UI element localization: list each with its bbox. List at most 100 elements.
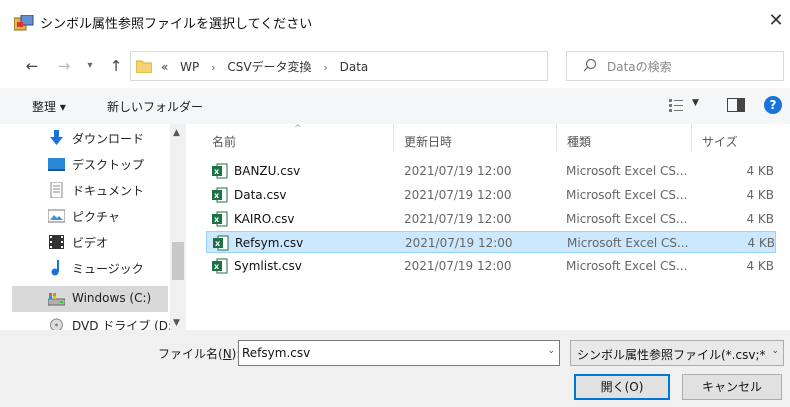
file-type: Microsoft Excel CS... <box>566 188 688 202</box>
nav-item-dvd-drive[interactable]: DVD ドライブ (D:) <box>12 312 177 330</box>
video-icon <box>49 235 64 249</box>
file-date: 2021/07/19 12:00 <box>404 212 512 226</box>
nav-item-label: ミュージック <box>72 262 144 276</box>
column-header-date[interactable]: 更新日時 <box>394 124 556 152</box>
filename-combobox[interactable]: ⌄ <box>238 340 560 366</box>
back-arrow-icon[interactable]: ← <box>22 55 42 77</box>
svg-text:x: x <box>214 191 220 200</box>
address-row: ← → ▾ ↑ « WP › CSVデータ変換 › Data ⌄ ↻ D <box>0 45 790 87</box>
column-header-label: 更新日時 <box>404 135 453 149</box>
column-header-name[interactable]: ^ 名前 <box>194 124 392 152</box>
filename-label: ファイル名(N): <box>158 345 240 362</box>
chevron-down-icon[interactable]: ⌄ <box>547 346 555 356</box>
view-dropdown-chevron-icon[interactable]: ▼ <box>692 98 699 108</box>
file-type: Microsoft Excel CS... <box>567 236 689 250</box>
new-folder-button[interactable]: 新しいフォルダー <box>107 98 203 115</box>
breadcrumb-item-csv[interactable]: CSVデータ変換 <box>227 60 311 74</box>
view-options-icon[interactable] <box>668 97 684 113</box>
nav-item-label: Windows (C:) <box>72 291 152 305</box>
search-input[interactable]: Dataの検索 <box>566 51 784 81</box>
breadcrumb-item-wp[interactable]: WP <box>180 60 199 74</box>
nav-scrollbar[interactable]: ▲ ▼ <box>170 124 186 330</box>
dialog-footer: ファイル名(N): ⌄ シンボル属性参照ファイル(*.csv;*.t ⌄ 開く(… <box>0 330 790 407</box>
nav-item-videos[interactable]: ビデオ <box>12 229 168 255</box>
nav-item-windows-c[interactable]: Windows (C:) <box>12 286 168 312</box>
sort-ascending-icon: ^ <box>294 124 302 134</box>
excel-csv-icon: x <box>212 163 228 179</box>
breadcrumb-separator-icon: › <box>323 61 328 74</box>
nav-item-label: DVD ドライブ (D:) <box>72 319 177 330</box>
column-header-label: 種類 <box>567 135 592 149</box>
dvd-drive-icon <box>50 318 63 330</box>
file-type: Microsoft Excel CS... <box>566 164 688 178</box>
file-size: 4 KB <box>746 212 774 226</box>
filename-input[interactable] <box>242 344 532 362</box>
file-type: Microsoft Excel CS... <box>566 212 688 226</box>
file-date: 2021/07/19 12:00 <box>404 188 512 202</box>
column-header-label: サイズ <box>702 135 738 149</box>
nav-item-label: ドキュメント <box>72 184 145 198</box>
nav-item-label: デスクトップ <box>72 158 145 172</box>
column-header-size[interactable]: サイズ <box>692 124 782 152</box>
file-row[interactable]: x KAIRO.csv 2021/07/19 12:00 Microsoft E… <box>206 208 776 230</box>
scroll-thumb[interactable] <box>172 242 184 280</box>
documents-icon <box>50 182 63 198</box>
file-row[interactable]: x Data.csv 2021/07/19 12:00 Microsoft Ex… <box>206 184 776 206</box>
window-title: シンボル属性参照ファイルを選択してください <box>40 17 313 32</box>
filename-label-accesskey: N <box>222 347 232 361</box>
file-row-selected[interactable]: x Refsym.csv 2021/07/19 12:00 Microsoft … <box>206 231 776 253</box>
file-date: 2021/07/19 12:00 <box>404 259 512 273</box>
file-size: 4 KB <box>747 236 775 250</box>
search-placeholder: Dataの検索 <box>607 60 672 74</box>
nav-item-pictures[interactable]: ピクチャ <box>12 203 168 229</box>
search-icon <box>583 58 597 72</box>
file-open-dialog: シンボル属性参照ファイルを選択してください ✕ ← → ▾ ↑ « WP › C… <box>0 0 790 407</box>
music-note-icon <box>51 260 59 276</box>
svg-text:x: x <box>214 167 220 176</box>
close-button[interactable]: ✕ <box>762 4 790 38</box>
nav-item-desktop[interactable]: デスクトップ <box>12 151 168 177</box>
filetype-value: シンボル属性参照ファイル(*.csv;*.t <box>577 348 765 362</box>
nav-item-downloads[interactable]: ダウンロード <box>12 125 168 151</box>
preview-pane-icon[interactable] <box>727 98 745 112</box>
recent-locations-chevron-icon[interactable]: ▾ <box>80 55 100 77</box>
scroll-up-icon[interactable]: ▲ <box>173 128 180 138</box>
help-icon[interactable]: ? <box>764 96 782 114</box>
svg-text:x: x <box>214 215 220 224</box>
excel-csv-icon: x <box>213 235 229 251</box>
nav-item-documents[interactable]: ドキュメント <box>12 177 168 203</box>
column-header-label: 名前 <box>212 135 237 149</box>
title-bar: シンボル属性参照ファイルを選択してください ✕ <box>0 0 790 42</box>
file-date: 2021/07/19 12:00 <box>404 164 512 178</box>
file-date: 2021/07/19 12:00 <box>405 236 513 250</box>
file-row[interactable]: x Symlist.csv 2021/07/19 12:00 Microsoft… <box>206 255 776 277</box>
folder-icon <box>136 60 152 73</box>
file-size: 4 KB <box>746 259 774 273</box>
forward-arrow-icon[interactable]: → <box>54 55 74 77</box>
organize-button[interactable]: 整理 ▾ <box>32 98 66 115</box>
file-name: Data.csv <box>234 188 287 202</box>
file-name: BANZU.csv <box>234 164 301 178</box>
navigation-pane: ダウンロード デスクトップ ドキュメント ピクチャ ビデオ ミュージック Win… <box>0 124 186 330</box>
excel-csv-icon: x <box>212 211 228 227</box>
filetype-select[interactable]: シンボル属性参照ファイル(*.csv;*.t ⌄ <box>570 340 784 366</box>
file-size: 4 KB <box>746 164 774 178</box>
breadcrumb-item-data[interactable]: Data <box>340 60 369 74</box>
desktop-icon <box>48 158 65 171</box>
nav-item-music[interactable]: ミュージック <box>12 255 168 281</box>
command-bar: 整理 ▾ 新しいフォルダー ▼ ? <box>0 88 790 124</box>
chevron-down-icon[interactable]: ⌄ <box>771 346 779 356</box>
column-header-type[interactable]: 種類 <box>557 124 691 152</box>
up-arrow-icon[interactable]: ↑ <box>106 55 126 77</box>
file-name: Refsym.csv <box>235 236 304 250</box>
cancel-button[interactable]: キャンセル <box>682 374 782 400</box>
drive-icon <box>48 293 65 306</box>
file-row[interactable]: x BANZU.csv 2021/07/19 12:00 Microsoft E… <box>206 160 776 182</box>
file-name: Symlist.csv <box>234 259 302 273</box>
open-button[interactable]: 開く(O) <box>574 374 670 400</box>
nav-item-label: ダウンロード <box>72 132 145 146</box>
breadcrumb-overflow[interactable]: « <box>161 60 168 74</box>
scroll-down-icon[interactable]: ▼ <box>173 318 180 328</box>
address-bar[interactable]: « WP › CSVデータ変換 › Data ⌄ ↻ <box>130 51 665 81</box>
download-arrow-icon <box>50 130 63 145</box>
